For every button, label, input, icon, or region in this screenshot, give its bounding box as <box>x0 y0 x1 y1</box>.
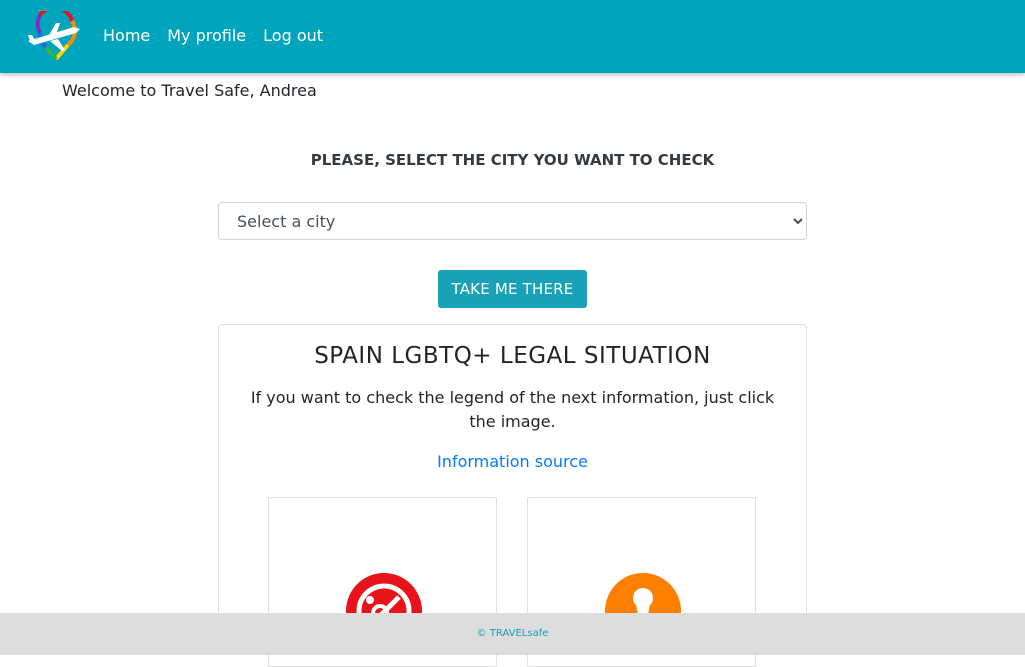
nav-my-profile-link[interactable]: My profile <box>167 24 246 48</box>
city-select[interactable]: Select a city <box>218 202 807 240</box>
nav-home-link[interactable]: Home <box>103 24 150 48</box>
information-source-link[interactable]: Information source <box>219 450 806 474</box>
rainbow-plane-pin-logo-icon[interactable] <box>26 5 82 61</box>
legend-instructions: If you want to check the legend of the n… <box>250 388 775 431</box>
legal-situation-title: SPAIN LGBTQ+ LEGAL SITUATION <box>314 343 711 369</box>
city-select-prompt: PLEASE, SELECT THE CITY YOU WANT TO CHEC… <box>310 151 715 169</box>
navbar: Home My profile Log out <box>0 0 1025 73</box>
nav-log-out-link[interactable]: Log out <box>263 24 323 48</box>
footer-copyright: © TRAVELsafe <box>476 628 549 639</box>
legal-situation-card: SPAIN LGBTQ+ LEGAL SITUATION If you want… <box>218 324 807 667</box>
footer: © TRAVELsafe <box>0 613 1025 655</box>
nav-links: Home My profile Log out <box>103 24 340 48</box>
welcome-message: Welcome to Travel Safe, Andrea <box>62 81 317 100</box>
take-me-there-button[interactable]: TAKE ME THERE <box>438 270 587 308</box>
